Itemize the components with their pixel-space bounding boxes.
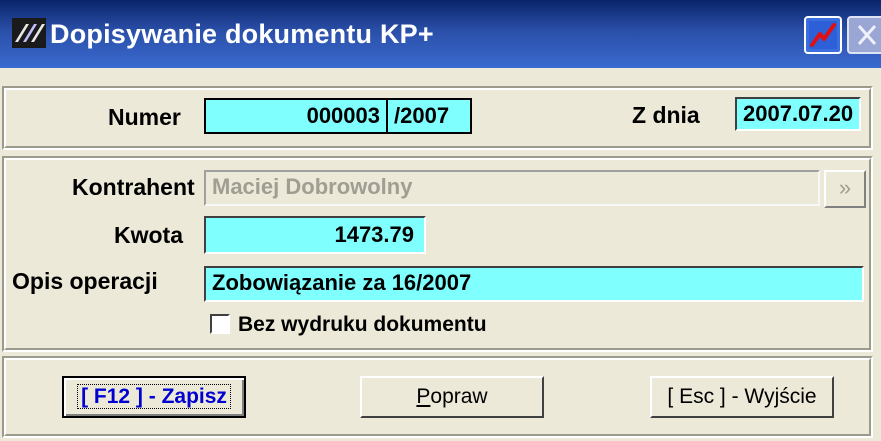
numer-label: Numer (108, 104, 181, 130)
save-button[interactable]: [ F12 ] - Zapisz (62, 376, 246, 418)
save-button-label: [ F12 ] - Zapisz (77, 384, 231, 409)
date-label: Z dnia (632, 102, 700, 128)
numer-field[interactable]: 000003 /2007 (204, 98, 472, 134)
numer-separator (386, 100, 388, 132)
kwota-field[interactable]: 1473.79 (204, 216, 426, 254)
numer-value: 000003 (306, 103, 380, 128)
title-bar[interactable]: Dopisywanie dokumentu KP+ (0, 0, 881, 68)
opis-label: Opis operacji (12, 268, 158, 294)
no-print-checkbox[interactable] (210, 314, 230, 334)
numer-suffix: /2007 (394, 103, 450, 128)
chart-line-icon (809, 21, 837, 49)
kontrahent-label: Kontrahent (72, 174, 195, 200)
fix-button[interactable]: Popraw (360, 376, 544, 418)
chart-button[interactable] (804, 16, 842, 54)
date-field[interactable]: 2007.07.20 (735, 97, 861, 131)
fix-button-label: opraw (430, 385, 488, 408)
close-icon (857, 25, 877, 45)
fix-button-mnemonic: P (416, 385, 431, 408)
app-logo-icon (12, 18, 46, 48)
no-print-label[interactable]: Bez wydruku dokumentu (238, 310, 487, 340)
window-title: Dopisywanie dokumentu KP+ (50, 19, 434, 49)
kontrahent-field[interactable]: Maciej Dobrowolny (204, 170, 820, 206)
close-button[interactable] (847, 16, 881, 54)
exit-button[interactable]: [ Esc ] - Wyjście (650, 376, 834, 418)
kwota-label: Kwota (114, 222, 183, 248)
opis-field[interactable]: Zobowiązanie za 16/2007 (204, 266, 864, 302)
exit-button-label: [ Esc ] - Wyjście (667, 385, 817, 408)
kontrahent-browse-button[interactable]: » (824, 170, 866, 208)
dialog-window: Dopisywanie dokumentu KP+ Numer 000003 /… (0, 0, 881, 441)
